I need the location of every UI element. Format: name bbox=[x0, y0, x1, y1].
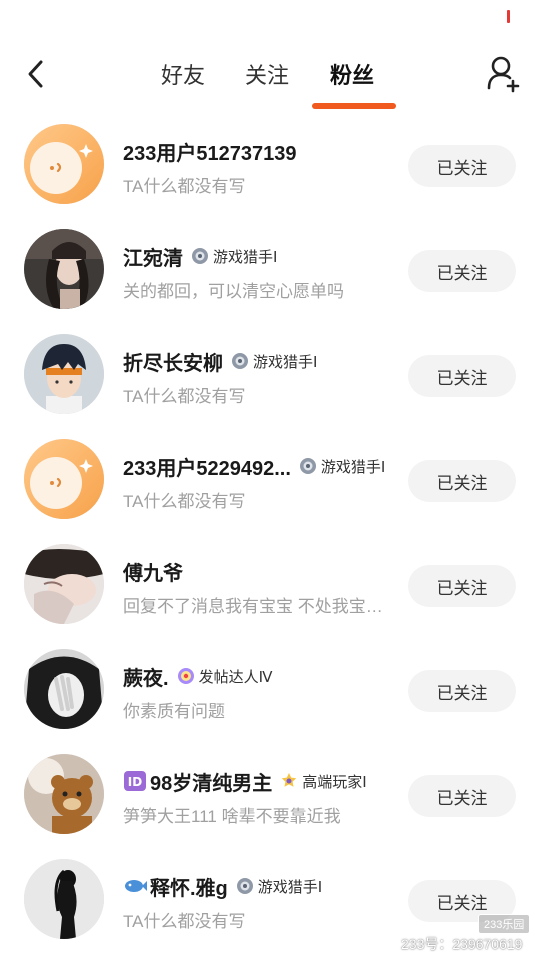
user-photo bbox=[24, 229, 104, 309]
user-badge: 发帖达人Ⅳ bbox=[177, 666, 273, 687]
list-item[interactable]: 233用户512737139 TA什么都没有写 已关注 bbox=[0, 112, 540, 217]
following-button[interactable]: 已关注 bbox=[408, 145, 516, 187]
medal-icon bbox=[236, 878, 253, 894]
badge-label: 游戏猎手Ⅰ bbox=[253, 353, 318, 371]
user-name: 233用户512737139 bbox=[123, 142, 297, 165]
avatar[interactable] bbox=[24, 229, 104, 309]
user-description: TA什么都没有写 bbox=[123, 912, 246, 931]
user-name: 江宛清 bbox=[123, 247, 183, 270]
active-tab-indicator bbox=[312, 103, 396, 109]
tab-bar: 好友 关注 粉丝 bbox=[0, 40, 540, 110]
user-badge: 游戏猎手Ⅰ bbox=[231, 351, 317, 372]
badge-label: 游戏猎手Ⅰ bbox=[213, 248, 278, 266]
user-name: 折尽长安柳 bbox=[123, 352, 223, 375]
badge-label: 游戏猎手Ⅰ bbox=[320, 458, 386, 476]
top-navigation: 好友 关注 粉丝 bbox=[0, 40, 540, 110]
user-name: 蕨夜. bbox=[123, 667, 169, 690]
user-name: 傅九爷 bbox=[123, 562, 183, 585]
user-photo bbox=[24, 754, 104, 834]
user-photo bbox=[24, 649, 104, 729]
list-item[interactable]: 折尽长安柳 游戏猎手Ⅰ TA什么都没有写 已关注 bbox=[0, 322, 540, 427]
medal-icon bbox=[177, 668, 194, 684]
following-button[interactable]: 已关注 bbox=[408, 250, 516, 292]
avatar[interactable] bbox=[24, 859, 104, 939]
user-description: 关的都回，可以清空心愿单吗 bbox=[123, 282, 344, 301]
list-item[interactable]: 傅九爷 回复不了消息我有宝宝 不处我宝… 已关注 bbox=[0, 532, 540, 637]
following-button[interactable]: 已关注 bbox=[408, 460, 516, 502]
user-description: 你素质有问题 bbox=[123, 702, 225, 721]
medal-icon bbox=[299, 458, 316, 474]
avatar[interactable] bbox=[24, 754, 104, 834]
user-name: 233用户5229492... bbox=[123, 457, 291, 480]
user-badge: 游戏猎手Ⅰ bbox=[236, 876, 322, 897]
avatar[interactable] bbox=[24, 649, 104, 729]
user-name: 98岁清纯男主 bbox=[150, 772, 273, 795]
badge-label: 游戏猎手Ⅰ bbox=[257, 878, 323, 896]
medal-icon bbox=[232, 353, 248, 369]
medal-icon bbox=[282, 773, 297, 787]
following-button[interactable]: 已关注 bbox=[408, 670, 516, 712]
list-item[interactable]: ID 98岁清纯男主 高端玩家Ⅰ 笋笋大王111 啥辈不要靠近我 已关注 bbox=[0, 742, 540, 847]
following-button[interactable]: 已关注 bbox=[408, 775, 516, 817]
user-photo bbox=[24, 334, 104, 414]
user-description: TA什么都没有写 bbox=[123, 492, 246, 511]
fish-icon bbox=[125, 880, 147, 892]
user-description: TA什么都没有写 bbox=[123, 177, 246, 196]
default-avatar-icon bbox=[24, 124, 104, 204]
user-photo bbox=[24, 544, 104, 624]
tab-fans[interactable]: 粉丝 bbox=[330, 58, 374, 90]
badge-label: 高端玩家Ⅰ bbox=[302, 773, 367, 791]
user-badge: 高端玩家Ⅰ bbox=[280, 771, 367, 792]
tab-friends[interactable]: 好友 bbox=[161, 58, 205, 90]
status-bar-indicator bbox=[507, 10, 510, 23]
user-description: 回复不了消息我有宝宝 不处我宝… bbox=[123, 597, 383, 616]
avatar[interactable] bbox=[24, 124, 104, 204]
user-badge: 游戏猎手Ⅰ bbox=[191, 246, 277, 267]
svg-text:ID: ID bbox=[128, 775, 142, 789]
user-name: 释怀.雅g bbox=[150, 877, 228, 900]
list-item[interactable]: 江宛清 游戏猎手Ⅰ 关的都回，可以清空心愿单吗 已关注 bbox=[0, 217, 540, 322]
watermark-badge: 233乐园 bbox=[478, 914, 531, 934]
user-photo bbox=[24, 859, 104, 939]
add-user-icon bbox=[487, 56, 520, 93]
watermark-text: 233号：239670619 bbox=[401, 936, 523, 952]
following-button[interactable]: 已关注 bbox=[408, 355, 516, 397]
user-description: 笋笋大王111 啥辈不要靠近我 bbox=[123, 807, 341, 826]
list-item[interactable]: 蕨夜. 发帖达人Ⅳ 你素质有问题 已关注 bbox=[0, 637, 540, 742]
add-friend-button[interactable] bbox=[484, 54, 524, 94]
list-item[interactable]: 233用户5229492... 游戏猎手Ⅰ TA什么都没有写 已关注 bbox=[0, 427, 540, 532]
default-avatar-icon bbox=[24, 439, 104, 519]
avatar[interactable] bbox=[24, 439, 104, 519]
user-description: TA什么都没有写 bbox=[123, 387, 246, 406]
avatar[interactable] bbox=[24, 334, 104, 414]
avatar[interactable] bbox=[24, 544, 104, 624]
following-button[interactable]: 已关注 bbox=[408, 565, 516, 607]
tab-following[interactable]: 关注 bbox=[245, 58, 289, 90]
badge-label: 发帖达人Ⅳ bbox=[198, 668, 273, 686]
user-badge: 游戏猎手Ⅰ bbox=[299, 456, 385, 477]
id-icon: ID bbox=[124, 771, 146, 791]
medal-icon bbox=[192, 248, 208, 264]
